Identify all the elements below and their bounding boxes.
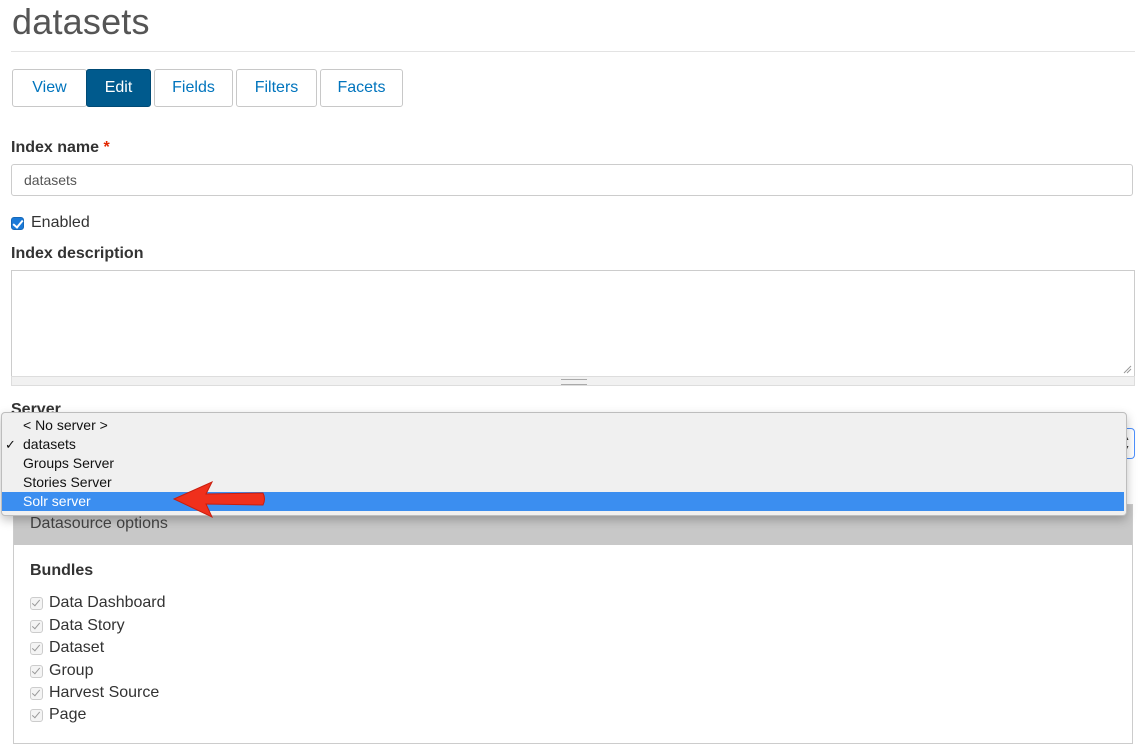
page-title: datasets <box>12 1 150 42</box>
resize-handle-icon[interactable] <box>1122 364 1132 374</box>
bundle-checkbox-page[interactable] <box>30 709 43 722</box>
bundle-label: Data Dashboard <box>49 594 166 611</box>
tab-fields[interactable]: Fields <box>154 69 233 107</box>
bundle-label: Dataset <box>49 639 105 656</box>
bundle-checkbox-harvest-source[interactable] <box>30 687 43 700</box>
annotation-arrow-icon <box>172 480 265 519</box>
check-icon: ✓ <box>5 437 16 452</box>
dropdown-option-groups-server[interactable]: Groups Server <box>2 454 1124 473</box>
dropdown-option-datasets[interactable]: ✓ datasets <box>2 435 1124 454</box>
datasource-options-panel: Datasource options Bundles Data Dashboar… <box>13 504 1133 744</box>
bundle-checkbox-data-story[interactable] <box>30 620 43 633</box>
enabled-checkbox[interactable] <box>11 217 24 230</box>
tab-facets[interactable]: Facets <box>320 69 403 107</box>
bundle-label: Data Story <box>49 617 125 634</box>
index-name-input[interactable] <box>11 164 1133 196</box>
required-marker: * <box>103 139 110 156</box>
index-description-label: Index description <box>11 245 144 262</box>
bundle-checkbox-data-dashboard[interactable] <box>30 597 43 610</box>
tab-filters[interactable]: Filters <box>236 69 317 107</box>
index-description-textarea[interactable] <box>11 270 1135 377</box>
tab-view[interactable]: View <box>12 69 87 107</box>
textarea-grippie[interactable] <box>11 376 1135 386</box>
index-name-label: Index name * <box>11 139 110 156</box>
title-divider <box>11 51 1135 52</box>
dropdown-option-no-server[interactable]: < No server > <box>2 416 1124 435</box>
bundle-checkbox-group[interactable] <box>30 665 43 678</box>
bundle-label: Page <box>49 706 87 723</box>
enabled-label: Enabled <box>31 214 90 231</box>
bundles-label: Bundles <box>30 562 94 579</box>
bundle-label: Group <box>49 662 94 679</box>
bundle-checkbox-dataset[interactable] <box>30 642 43 655</box>
bundle-label: Harvest Source <box>49 684 160 701</box>
datasource-options-title: Datasource options <box>30 515 168 532</box>
tab-edit[interactable]: Edit <box>86 69 151 107</box>
